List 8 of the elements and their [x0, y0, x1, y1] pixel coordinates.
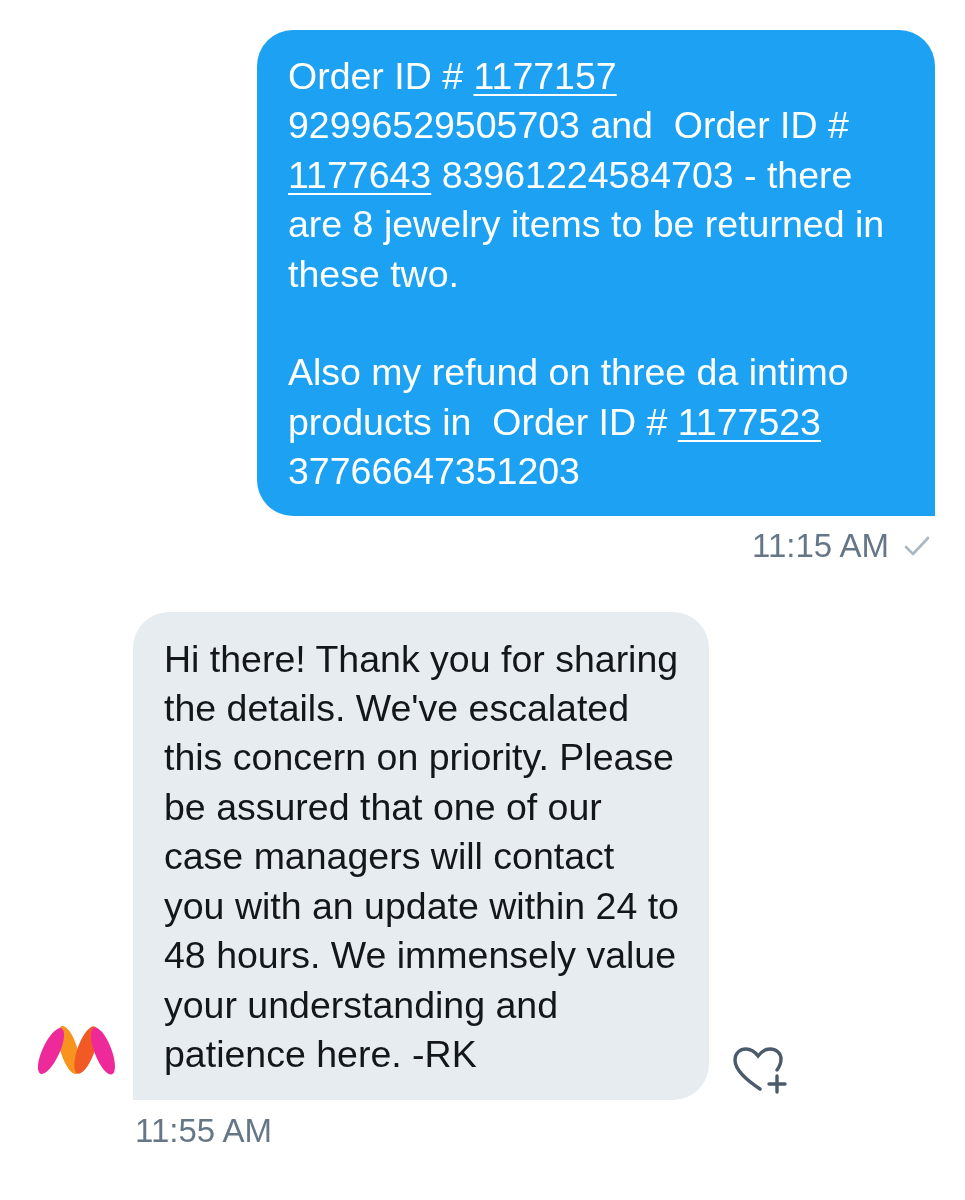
- timestamp: 11:15 AM: [752, 527, 889, 564]
- message-bubble: Order ID # 1177157 92996529505703 and Order ID # 1177643 83961224584703 - there are 8 jewelry items to be returned in these two. Also my refund on three da intimo products in Order ID # 1177523 37766647351203: [257, 30, 935, 516]
- order-link[interactable]: 1177157: [473, 55, 617, 97]
- like-heart-icon[interactable]: [733, 1046, 789, 1095]
- order-link[interactable]: 1177523: [677, 400, 821, 443]
- timestamp: 11:55 AM: [135, 1113, 272, 1150]
- order-link[interactable]: 1177643: [288, 153, 432, 196]
- message-bubble: Hi there! Thank you for sharing the details. We've escalated this concern on priority. Please be assured that one of our case managers will contact you with an update within 24 to 48 hours. We immensely value your understanding and patience here. -RK: [133, 611, 709, 1101]
